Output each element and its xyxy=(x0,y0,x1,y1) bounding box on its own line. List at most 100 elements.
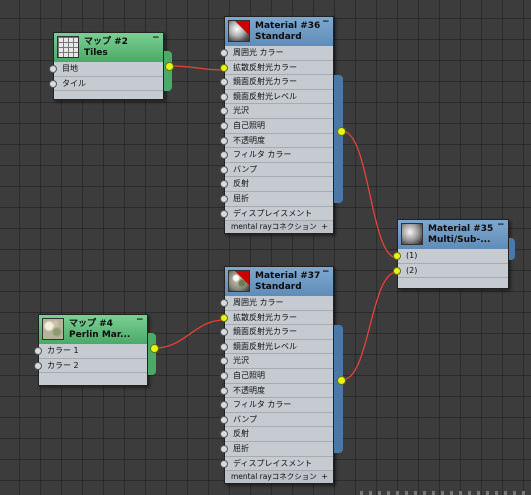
input-slot-row[interactable]: カラー 1 xyxy=(34,344,147,359)
node-header[interactable]: Material #35 Multi/Sub-... − xyxy=(398,220,508,249)
input-slot-row[interactable]: ディスプレイスメント xyxy=(220,207,333,222)
node-map-tiles[interactable]: マップ #2 Tiles − 目地 タイル xyxy=(49,32,172,101)
input-socket-connected[interactable] xyxy=(393,266,401,275)
input-socket[interactable] xyxy=(220,209,228,218)
input-slot-row[interactable]: 光沢 xyxy=(220,104,333,119)
input-socket[interactable] xyxy=(34,361,42,370)
input-socket[interactable] xyxy=(220,151,228,160)
input-slot-row[interactable]: フィルタ カラー xyxy=(220,398,333,413)
input-socket[interactable] xyxy=(220,136,228,145)
node-subtitle: Multi/Sub-... xyxy=(428,235,491,245)
input-slot-row[interactable]: 不透明度 xyxy=(220,134,333,149)
output-socket-mat37[interactable] xyxy=(337,376,346,385)
input-slot-row[interactable]: 周囲光 カラー xyxy=(220,296,333,311)
mental-ray-connection-rollout[interactable]: mental rayコネクション + xyxy=(225,471,333,484)
input-slot-row[interactable]: 不透明度 xyxy=(220,384,333,399)
minimize-button[interactable]: − xyxy=(322,268,330,277)
input-slot-row[interactable]: 屈折 xyxy=(220,442,333,457)
node-material-37[interactable]: Material #37 Standard − 周囲光 カラー 拡散反射光カラー… xyxy=(220,266,343,485)
node-header[interactable]: Material #36 Standard − xyxy=(225,17,333,46)
node-header[interactable]: マップ #2 Tiles − xyxy=(54,33,163,62)
input-socket[interactable] xyxy=(220,386,228,395)
input-socket-connected[interactable] xyxy=(220,313,228,322)
input-socket[interactable] xyxy=(220,401,228,410)
output-socket-perlin[interactable] xyxy=(150,344,159,353)
input-socket[interactable] xyxy=(220,107,228,116)
slot-label: 鏡面反射光レベル xyxy=(233,91,297,101)
slot-label: バンプ xyxy=(233,164,258,174)
input-slot-row[interactable]: フィルタ カラー xyxy=(220,148,333,163)
input-socket[interactable] xyxy=(220,430,228,439)
node-header[interactable]: マップ #4 Perlin Mar... − xyxy=(39,315,147,344)
slot-label: 周囲光 カラー xyxy=(233,48,284,57)
input-slot-row[interactable]: 光沢 xyxy=(220,354,333,369)
footer-label: mental rayコネクション xyxy=(231,472,317,482)
input-socket-connected[interactable] xyxy=(220,63,228,72)
input-slot-row[interactable]: 拡散反射光カラー xyxy=(220,311,333,326)
input-socket[interactable] xyxy=(220,180,228,189)
input-slot-row[interactable]: 反射 xyxy=(220,427,333,442)
input-slot-row[interactable]: 鏡面反射光カラー xyxy=(220,325,333,340)
mental-ray-connection-rollout[interactable]: mental rayコネクション + xyxy=(225,221,333,234)
input-slot-row[interactable]: カラー 2 xyxy=(34,359,147,374)
input-slot-row[interactable]: 拡散反射光カラー xyxy=(220,61,333,76)
input-slot-row[interactable]: 鏡面反射光カラー xyxy=(220,75,333,90)
input-slot-row[interactable]: (1) xyxy=(393,249,508,264)
input-socket[interactable] xyxy=(220,165,228,174)
input-socket[interactable] xyxy=(220,328,228,337)
slot-label: ディスプレイスメント xyxy=(233,208,313,218)
input-socket[interactable] xyxy=(220,92,228,101)
input-socket[interactable] xyxy=(220,415,228,424)
node-material-35[interactable]: Material #35 Multi/Sub-... − (1) (2) xyxy=(393,219,515,290)
input-slot-row[interactable]: 鏡面反射光レベル xyxy=(220,340,333,355)
input-socket[interactable] xyxy=(220,78,228,87)
minimize-button[interactable]: − xyxy=(136,316,144,325)
slot-label: 不透明度 xyxy=(233,135,265,145)
expand-plus-icon[interactable]: + xyxy=(321,471,328,483)
wire-mat37-to-slot2 xyxy=(341,271,398,381)
slot-label: 自己照明 xyxy=(233,120,265,130)
output-bar xyxy=(334,325,343,453)
input-socket[interactable] xyxy=(220,342,228,351)
node-header[interactable]: Material #37 Standard − xyxy=(225,267,333,296)
slot-label: 鏡面反射光カラー xyxy=(233,77,297,87)
slot-label: フィルタ カラー xyxy=(233,400,292,410)
input-slot-row[interactable]: ディスプレイスメント xyxy=(220,457,333,472)
input-socket[interactable] xyxy=(49,65,57,73)
output-socket-mat36[interactable] xyxy=(337,127,346,136)
expand-plus-icon[interactable]: + xyxy=(321,221,328,233)
minimize-button[interactable]: − xyxy=(497,221,505,230)
input-socket-connected[interactable] xyxy=(393,252,401,260)
input-slot-row[interactable]: 屈折 xyxy=(220,192,333,207)
node-title: Material #35 xyxy=(428,224,494,234)
input-socket[interactable] xyxy=(220,357,228,366)
slot-label: 屈折 xyxy=(233,443,249,453)
input-slot-row[interactable]: (2) xyxy=(393,264,508,279)
minimize-button[interactable]: − xyxy=(152,34,160,43)
input-socket[interactable] xyxy=(220,299,228,307)
output-socket-tiles[interactable] xyxy=(165,62,174,71)
input-slot-row[interactable]: 反射 xyxy=(220,177,333,192)
input-slot-row[interactable]: 自己照明 xyxy=(220,369,333,384)
input-socket[interactable] xyxy=(220,444,228,453)
input-slot-row[interactable]: 目地 xyxy=(49,62,163,77)
input-socket[interactable] xyxy=(34,347,42,355)
input-slot-row[interactable]: バンプ xyxy=(220,163,333,178)
input-slot-row[interactable]: 鏡面反射光レベル xyxy=(220,90,333,105)
tiles-thumbnail xyxy=(57,36,79,58)
input-slot-row[interactable]: バンプ xyxy=(220,413,333,428)
minimize-button[interactable]: − xyxy=(322,18,330,27)
input-slot-row[interactable]: 自己照明 xyxy=(220,119,333,134)
input-socket[interactable] xyxy=(220,194,228,203)
node-material-36[interactable]: Material #36 Standard − 周囲光 カラー 拡散反射光カラー… xyxy=(220,16,343,235)
slot-label: ディスプレイスメント xyxy=(233,458,313,468)
output-bar xyxy=(334,75,343,203)
input-socket[interactable] xyxy=(220,459,228,468)
input-socket[interactable] xyxy=(220,121,228,130)
node-map-perlin[interactable]: マップ #4 Perlin Mar... − カラー 1 カラー 2 xyxy=(34,314,156,387)
input-slot-row[interactable]: タイル xyxy=(49,77,163,92)
input-socket[interactable] xyxy=(220,49,228,57)
input-socket[interactable] xyxy=(220,371,228,380)
input-socket[interactable] xyxy=(49,79,57,88)
input-slot-row[interactable]: 周囲光 カラー xyxy=(220,46,333,61)
